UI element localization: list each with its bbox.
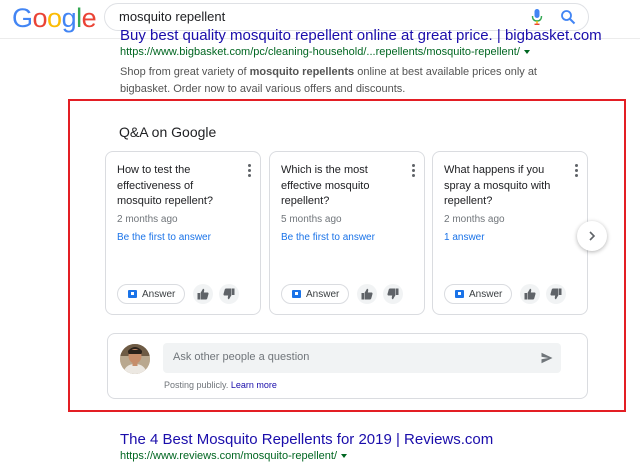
google-logo[interactable]: Google (12, 3, 97, 34)
question-time: 2 months ago (444, 214, 505, 225)
answer-button[interactable]: Answer (281, 284, 349, 304)
thumbs-down-icon (223, 288, 235, 300)
result-snippet: Shop from great variety of mosquito repe… (120, 64, 570, 98)
result-url-text: https://www.bigbasket.com/pc/cleaning-ho… (120, 46, 520, 58)
thumbs-down-icon (387, 288, 399, 300)
answer-button-label: Answer (142, 289, 176, 300)
more-options-icon[interactable] (248, 164, 252, 178)
thumbs-up-icon (197, 288, 209, 300)
next-questions-button[interactable] (577, 221, 607, 251)
ask-question-placeholder: Ask other people a question (173, 351, 310, 363)
answer-plus-icon (128, 290, 137, 298)
posting-note: Posting publicly. Learn more (164, 380, 277, 390)
qa-card[interactable]: How to test the effectiveness of mosquit… (105, 151, 261, 315)
answer-link[interactable]: Be the first to answer (117, 232, 211, 243)
qa-card[interactable]: What happens if you spray a mosquito wit… (432, 151, 588, 315)
user-avatar (120, 344, 150, 374)
answer-link[interactable]: Be the first to answer (281, 232, 375, 243)
more-options-icon[interactable] (412, 164, 416, 178)
thumbs-up-icon (361, 288, 373, 300)
user-avatar-image (120, 344, 150, 374)
logo-letter: g (61, 3, 77, 33)
result-url: https://www.reviews.com/mosquito-repelle… (120, 450, 348, 462)
answer-plus-icon (292, 290, 301, 298)
learn-more-link[interactable]: Learn more (231, 380, 277, 390)
thumbs-up-button[interactable] (520, 284, 540, 304)
logo-letter: o (32, 3, 48, 33)
snippet-keyword: mosquito repellents (249, 66, 355, 78)
answer-button[interactable]: Answer (444, 284, 512, 304)
posting-note-text: Posting publicly. (164, 380, 229, 390)
url-dropdown-icon[interactable] (341, 454, 348, 459)
question-text[interactable]: How to test the effectiveness of mosquit… (117, 163, 237, 210)
question-text[interactable]: Which is the most effective mosquito rep… (281, 163, 401, 210)
search-icon[interactable] (560, 9, 576, 25)
search-input[interactable]: mosquito repellent (119, 9, 225, 24)
send-icon[interactable] (541, 352, 553, 364)
result-url-text: https://www.reviews.com/mosquito-repelle… (120, 450, 338, 462)
qa-heading: Q&A on Google (119, 124, 217, 140)
question-time: 5 months ago (281, 214, 342, 225)
thumbs-up-button[interactable] (357, 284, 377, 304)
thumbs-up-button[interactable] (193, 284, 213, 304)
snippet-text: Shop from great variety of (120, 66, 250, 78)
answer-button-label: Answer (306, 289, 340, 300)
thumbs-down-button[interactable] (546, 284, 566, 304)
answer-button[interactable]: Answer (117, 284, 185, 304)
logo-letter: G (12, 3, 33, 33)
thumbs-down-icon (550, 288, 562, 300)
result-title-link[interactable]: The 4 Best Mosquito Repellents for 2019 … (120, 431, 493, 448)
qa-card[interactable]: Which is the most effective mosquito rep… (269, 151, 425, 315)
answer-plus-icon (455, 290, 464, 298)
url-dropdown-icon[interactable] (523, 50, 530, 55)
logo-letter: e (81, 3, 97, 33)
logo-letter: o (47, 3, 62, 33)
mic-icon[interactable] (531, 9, 543, 25)
thumbs-down-button[interactable] (219, 284, 239, 304)
answer-button-label: Answer (469, 289, 503, 300)
result-url: https://www.bigbasket.com/pc/cleaning-ho… (120, 46, 530, 58)
thumbs-down-button[interactable] (383, 284, 403, 304)
more-options-icon[interactable] (575, 164, 579, 178)
ask-question-input[interactable]: Ask other people a question (163, 343, 561, 373)
question-text[interactable]: What happens if you spray a mosquito wit… (444, 163, 564, 210)
result-title-link[interactable]: Buy best quality mosquito repellent onli… (120, 27, 602, 44)
thumbs-up-icon (524, 288, 536, 300)
question-time: 2 months ago (117, 214, 178, 225)
chevron-right-icon (589, 231, 596, 241)
answer-link[interactable]: 1 answer (444, 232, 485, 243)
